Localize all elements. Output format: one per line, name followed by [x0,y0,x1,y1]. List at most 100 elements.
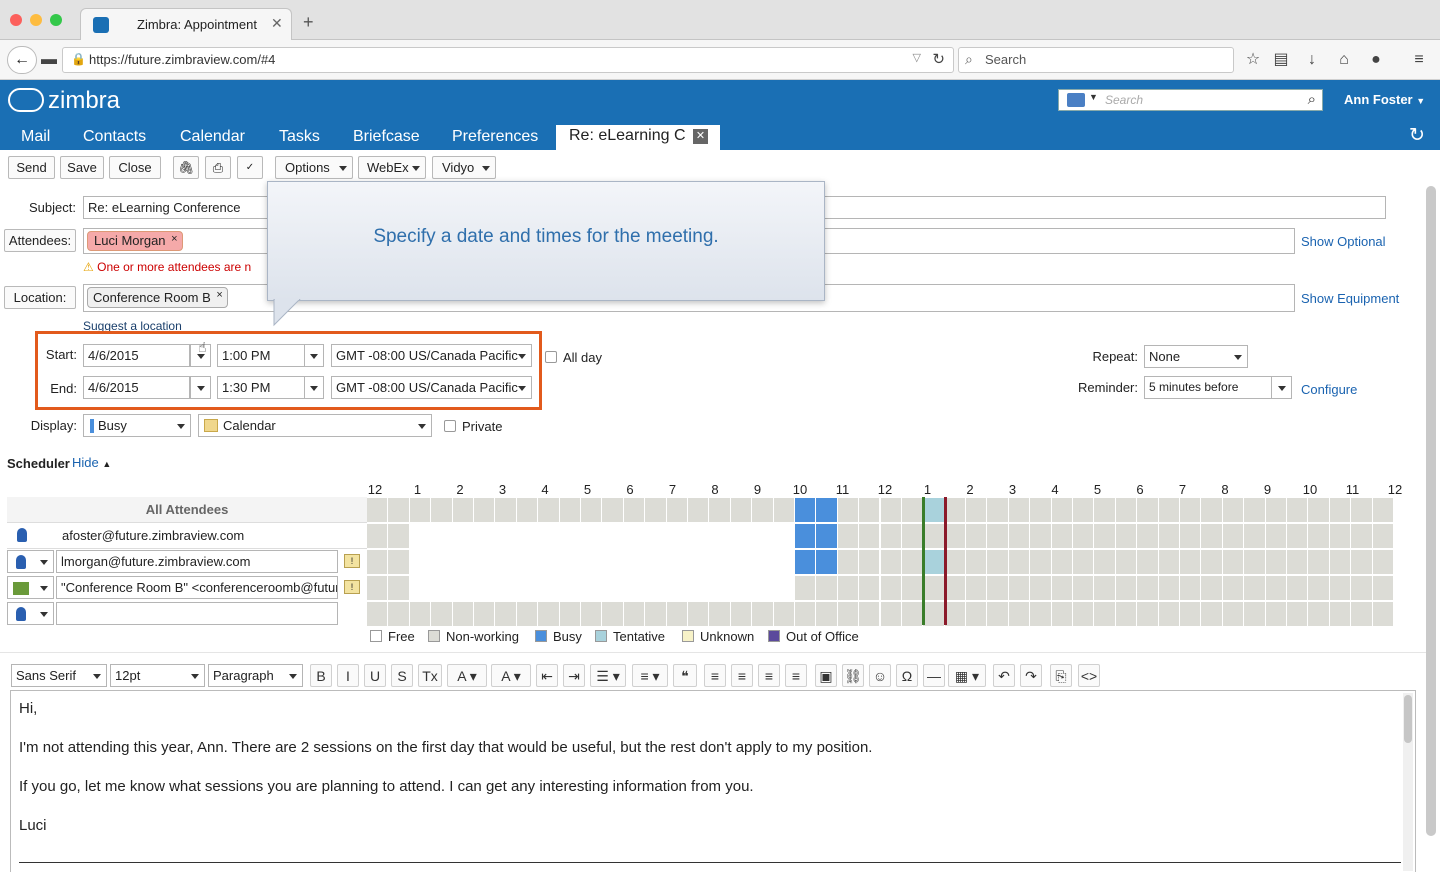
print-button[interactable]: ⎙ [205,156,231,179]
freebusy-cell[interactable] [923,550,944,574]
freebusy-cell[interactable] [666,498,687,522]
freebusy-cell[interactable] [1051,576,1073,600]
table-button[interactable]: ▦ ▾ [948,664,986,687]
freebusy-cell[interactable] [1329,498,1351,522]
freebusy-cell[interactable] [794,576,816,600]
freebusy-cell[interactable] [1030,602,1051,626]
freebusy-cell[interactable] [859,550,880,574]
attendee-chip[interactable]: Luci Morgan × [87,231,183,251]
freebusy-cell[interactable] [1008,550,1030,574]
freebusy-cell[interactable] [1244,498,1265,522]
freebusy-cell[interactable] [580,498,602,522]
freebusy-cell[interactable] [1329,576,1351,600]
freebusy-cell[interactable] [944,576,966,600]
freebusy-cell[interactable] [645,550,666,574]
freebusy-cell[interactable] [1030,576,1051,600]
freebusy-cell[interactable] [1351,576,1372,600]
freebusy-cell[interactable] [367,498,388,522]
bullet-list-button[interactable]: ☰ ▾ [590,664,626,687]
freebusy-cell[interactable] [730,576,752,600]
freebusy-cell[interactable] [837,498,859,522]
redo-button[interactable]: ↷ [1020,664,1042,687]
freebusy-cell[interactable] [1158,576,1180,600]
freebusy-cell[interactable] [880,602,901,626]
freebusy-cell[interactable] [987,550,1008,574]
align-center-button[interactable]: ≡ [731,664,753,687]
freebusy-cell[interactable] [1158,602,1180,626]
home-icon[interactable]: ⌂ [1333,49,1355,71]
freebusy-cell[interactable] [409,550,431,574]
freebusy-cell[interactable] [709,498,730,522]
freebusy-cell[interactable] [1201,576,1222,600]
freebusy-cell[interactable] [1158,524,1180,548]
freebusy-cell[interactable] [966,550,987,574]
text-color-button[interactable]: A ▾ [447,664,487,687]
freebusy-cell[interactable] [645,576,666,600]
resource-type-select[interactable] [7,576,54,599]
freebusy-cell[interactable] [752,524,773,548]
freebusy-cell[interactable] [431,576,452,600]
close-tab-icon[interactable]: ✕ [693,129,708,144]
freebusy-cell[interactable] [452,602,473,626]
freebusy-cell[interactable] [1265,602,1287,626]
freebusy-cell[interactable] [773,498,794,522]
undo-button[interactable]: ↶ [993,664,1015,687]
attendee-type-select[interactable] [7,550,54,573]
freebusy-cell[interactable] [1308,576,1329,600]
resource-email-input[interactable]: "Conference Room B" <conferenceroomb@fut… [56,576,338,599]
freebusy-cell[interactable] [666,602,687,626]
freebusy-cell[interactable] [580,550,602,574]
options-dropdown[interactable]: Options [275,156,353,179]
menu-icon[interactable]: ≡ [1408,49,1430,71]
tab-overview-icon[interactable]: ▬ [38,49,60,71]
freebusy-cell[interactable] [1351,550,1372,574]
freebusy-cell[interactable] [859,576,880,600]
freebusy-cell[interactable] [1137,576,1158,600]
freebusy-cell[interactable] [666,524,687,548]
editor-scrollbar-thumb[interactable] [1404,695,1412,743]
freebusy-cell[interactable] [1308,524,1329,548]
close-window-button[interactable] [10,14,22,26]
show-equipment-link[interactable]: Show Equipment [1301,287,1399,310]
search-icon[interactable]: ⌕ [1308,91,1316,108]
freebusy-cell[interactable] [752,550,773,574]
italic-button[interactable]: I [337,664,359,687]
freebusy-cell[interactable] [987,602,1008,626]
freebusy-cell[interactable] [773,524,794,548]
source-code-button[interactable]: <> [1078,664,1100,687]
refresh-icon[interactable]: ↻ [1409,124,1425,147]
freebusy-cell[interactable] [1115,498,1137,522]
freebusy-cell[interactable] [859,498,880,522]
freebusy-cell[interactable] [859,524,880,548]
freebusy-cell[interactable] [473,576,495,600]
freebusy-cell[interactable] [816,602,837,626]
freebusy-cell[interactable] [431,524,452,548]
tab-briefcase[interactable]: Briefcase [353,127,420,150]
tab-contacts[interactable]: Contacts [83,127,146,150]
scrollbar-thumb[interactable] [1426,186,1436,836]
freebusy-cell[interactable] [473,602,495,626]
freebusy-cell[interactable] [623,602,645,626]
remove-chip-icon[interactable]: × [216,286,222,305]
reload-icon[interactable]: ↻ [932,50,945,68]
freebusy-cell[interactable] [623,550,645,574]
freebusy-cell[interactable] [1351,498,1372,522]
freebusy-cell[interactable] [473,524,495,548]
freebusy-cell[interactable] [645,498,666,522]
freebusy-cell[interactable] [1372,602,1393,626]
freebusy-cell[interactable] [516,498,538,522]
freebusy-cell[interactable] [452,550,473,574]
freebusy-cell[interactable] [944,498,966,522]
freebusy-cell[interactable] [1180,602,1201,626]
freebusy-cell[interactable] [752,602,773,626]
freebusy-cell[interactable] [880,524,901,548]
freebusy-cell[interactable] [1030,498,1051,522]
freebusy-cell[interactable] [859,602,880,626]
freebusy-cell[interactable] [1287,524,1308,548]
calendar-select[interactable]: Calendar [198,414,432,437]
freebusy-cell[interactable] [901,550,923,574]
freebusy-cell[interactable] [559,524,580,548]
new-tab-button[interactable]: + [303,12,314,33]
freebusy-cell[interactable] [1094,602,1115,626]
search-scope-icon[interactable] [1067,93,1085,107]
